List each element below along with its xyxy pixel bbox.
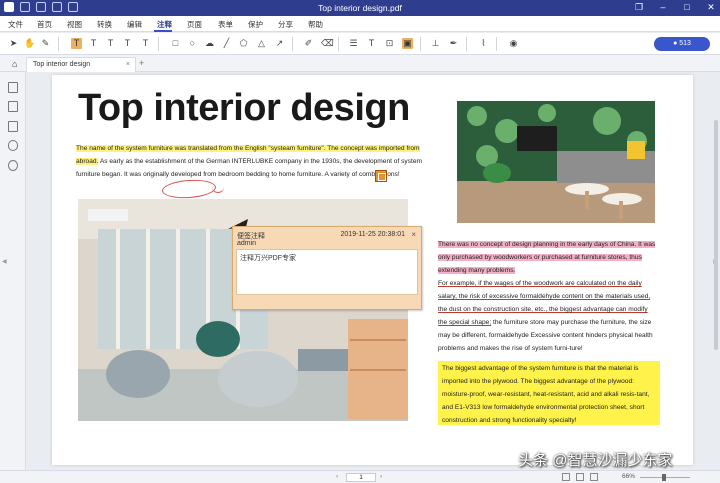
oval-icon[interactable]: ○ <box>187 38 198 49</box>
rectangle-icon[interactable]: □ <box>170 38 181 49</box>
oval-annotation[interactable] <box>161 178 217 200</box>
zoom-level[interactable]: 66% <box>622 473 635 480</box>
squiggly-icon[interactable]: T <box>122 38 133 49</box>
right-column-text: There was no concept of design planning … <box>438 238 658 355</box>
select-cursor-icon[interactable]: ➤ <box>8 38 19 49</box>
note-close-icon[interactable]: × <box>411 230 416 239</box>
search-icon[interactable] <box>8 160 18 171</box>
maximize-icon[interactable]: □ <box>682 2 692 13</box>
menu-protect[interactable]: 保护 <box>248 19 263 30</box>
document-title: Top interior design <box>78 87 410 129</box>
pink-highlight[interactable]: There was no concept of design planning … <box>438 241 656 274</box>
stamp-icon[interactable]: ⊥ <box>430 38 441 49</box>
menu-active-underline <box>154 30 172 32</box>
menu-share[interactable]: 分享 <box>278 19 293 30</box>
vertical-scrollbar[interactable] <box>714 120 718 350</box>
prev-page-icon[interactable]: ‹ <box>336 473 338 480</box>
text-field-icon[interactable]: ⊡ <box>384 38 395 49</box>
left-sidebar: ◀ <box>0 72 26 470</box>
pencil-icon[interactable]: ✐ <box>303 38 314 49</box>
polygon-icon[interactable]: △ <box>256 38 267 49</box>
window-title: Top interior design.pdf <box>318 3 402 13</box>
tab-label: Top interior design <box>33 61 91 68</box>
menu-help[interactable]: 帮助 <box>308 19 323 30</box>
menu-bar: 文件 首页 视图 转换 编辑 注释 页面 表单 保护 分享 帮助 <box>0 16 720 32</box>
page-number-input[interactable]: 1 <box>346 473 376 482</box>
hide-annotations-icon[interactable]: ◉ <box>508 38 519 49</box>
menu-view[interactable]: 视图 <box>67 19 82 30</box>
attachment-icon[interactable]: ⌇ <box>478 38 489 49</box>
menu-convert[interactable]: 转换 <box>97 19 112 30</box>
cloud-icon[interactable]: ☁ <box>204 38 215 49</box>
attachments-icon[interactable] <box>8 140 18 151</box>
annotation-toolbar: ➤ ✋ ✎ T T T T T □ ○ ☁ ╱ ⬠ △ ↗ ✐ ⌫ ☰ T ⊡ … <box>0 33 720 55</box>
menu-form[interactable]: 表单 <box>218 19 233 30</box>
collapse-sidebar-icon[interactable]: ◀ <box>2 258 7 265</box>
paragraph-text-end: ! <box>397 171 400 178</box>
eraser-icon[interactable]: ⌫ <box>321 38 334 49</box>
tab-strip: ⌂ Top interior design × + <box>0 55 720 72</box>
signature-icon[interactable]: ✒ <box>448 38 459 49</box>
strikethrough-icon[interactable]: T <box>88 38 99 49</box>
thumbnails-icon[interactable] <box>8 82 18 93</box>
account-button[interactable]: ● 513 <box>654 37 710 51</box>
paragraph-intro: The name of the system furniture was tra… <box>76 142 426 181</box>
restore-icon[interactable]: ❐ <box>634 2 644 13</box>
note-body-input[interactable]: 注释万兴PDF专家 <box>236 249 418 295</box>
yellow-paragraph: The biggest advantage of the system furn… <box>442 365 650 424</box>
close-icon[interactable]: ✕ <box>706 2 716 13</box>
window-controls: ❐ – □ ✕ <box>634 2 716 13</box>
hand-tool-icon[interactable]: ✋ <box>24 38 35 49</box>
arrow-icon[interactable]: ↗ <box>274 38 285 49</box>
caret-icon[interactable]: T <box>140 38 151 49</box>
new-tab-icon[interactable]: + <box>139 58 144 68</box>
underline-icon[interactable]: T <box>105 38 116 49</box>
tab-document[interactable]: Top interior design × <box>26 57 136 72</box>
text-box-icon[interactable]: T <box>366 38 377 49</box>
menu-edit[interactable]: 编辑 <box>127 19 142 30</box>
note-author: admin <box>237 240 257 247</box>
menu-home[interactable]: 首页 <box>37 19 52 30</box>
user-icon: ● <box>673 40 678 47</box>
home-icon[interactable]: ⌂ <box>12 59 17 69</box>
interior-photo-right <box>457 101 655 223</box>
next-page-icon[interactable]: › <box>380 473 382 480</box>
pencil-annotation[interactable] <box>212 187 224 193</box>
single-page-view-icon[interactable] <box>562 473 570 481</box>
line-icon[interactable]: ╱ <box>221 38 232 49</box>
sticky-note-popup[interactable]: 便签注释 admin 2019-11-25 20:38:01 × 注释万兴PDF… <box>232 226 422 310</box>
sticky-note-icon[interactable]: ☰ <box>348 38 359 49</box>
title-bar: Top interior design.pdf ❐ – □ ✕ <box>0 0 720 16</box>
sticky-note-marker-icon[interactable] <box>375 170 387 182</box>
area-highlight-icon[interactable]: ▣ <box>402 38 413 49</box>
tab-close-icon[interactable]: × <box>126 58 130 71</box>
watermark: 头条 @智慧沙漏少东家 <box>518 452 673 469</box>
minimize-icon[interactable]: – <box>658 2 668 13</box>
pentagon-icon[interactable]: ⬠ <box>238 38 249 49</box>
comments-icon[interactable] <box>8 121 18 132</box>
status-bar: ‹ 1 › 66% <box>0 470 720 483</box>
bookmark-icon[interactable] <box>8 101 18 112</box>
note-date: 2019-11-25 20:38:01 <box>340 231 405 238</box>
two-page-view-icon[interactable] <box>576 473 584 481</box>
edit-icon[interactable]: ✎ <box>40 38 51 49</box>
account-label: 513 <box>679 40 691 47</box>
menu-file[interactable]: 文件 <box>8 19 23 30</box>
menu-page[interactable]: 页面 <box>187 19 202 30</box>
scroll-view-icon[interactable] <box>590 473 598 481</box>
zoom-slider-knob[interactable] <box>662 474 666 481</box>
pdf-page: Top interior design The name of the syst… <box>52 75 693 465</box>
menu-comment[interactable]: 注释 <box>157 19 172 30</box>
highlight-text-icon[interactable]: T <box>71 38 82 49</box>
